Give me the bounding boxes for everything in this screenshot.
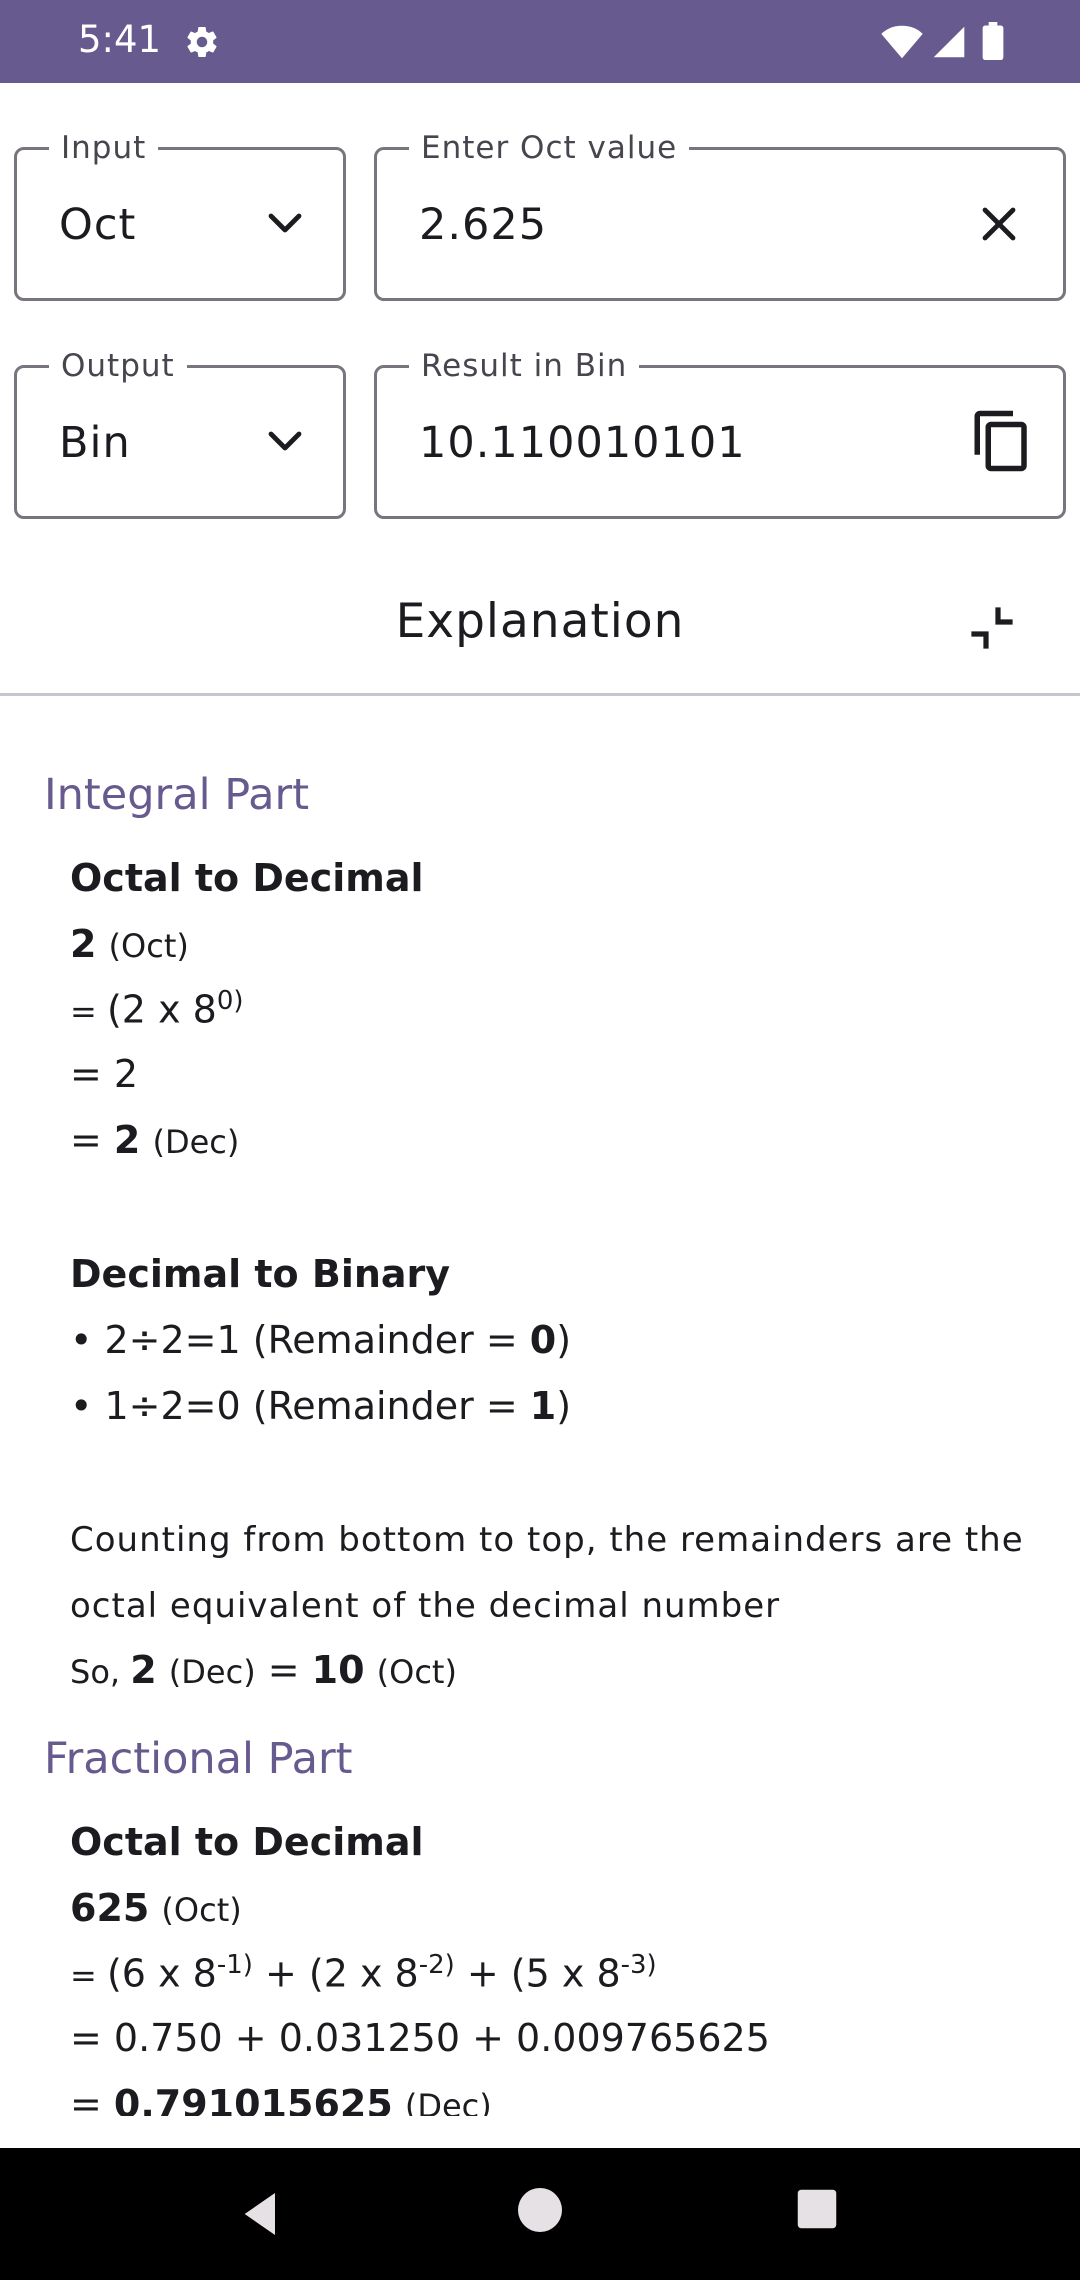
integral-conclusion-line: So, 2 (Dec) = 10 (Oct) xyxy=(70,1648,457,1692)
input-type-value: Oct xyxy=(59,200,137,250)
copy-icon[interactable] xyxy=(969,408,1035,474)
division-step: • 1÷2=0 (Remainder = 1) xyxy=(70,1384,572,1428)
integral-expansion: (2 x 8 xyxy=(106,987,217,1032)
integral-sum-line: = 2 xyxy=(70,1052,139,1096)
collapse-icon[interactable] xyxy=(968,604,1016,652)
navigation-bar xyxy=(0,2148,1080,2280)
integral-oct-value: 2 xyxy=(70,922,97,966)
output-type-value: Bin xyxy=(59,418,131,468)
chevron-down-icon xyxy=(268,213,302,233)
input-type-label: Input xyxy=(49,130,159,166)
integral-expansion-line: = (2 x 80) xyxy=(70,986,244,1032)
integral-part-title: Integral Part xyxy=(44,770,310,820)
integral-dec-value: 2 xyxy=(113,1118,141,1162)
back-icon[interactable] xyxy=(233,2186,289,2242)
home-icon[interactable] xyxy=(516,2186,564,2234)
integral-dec-line: = 2 (Dec) xyxy=(70,1118,240,1162)
integral-dec-unit: (Dec) xyxy=(152,1123,240,1161)
status-time: 5:41 xyxy=(78,18,162,61)
explanation-title: Explanation xyxy=(395,594,685,649)
conclusion-dec-value: 2 xyxy=(130,1648,157,1692)
dec-to-bin-title: Decimal to Binary xyxy=(70,1252,451,1296)
fractional-oct-unit: (Oct) xyxy=(161,1891,242,1929)
integral-expansion-exponent: 0) xyxy=(216,986,244,1016)
fractional-result: 0.791015625 xyxy=(113,2082,393,2116)
fractional-sum-line: = 0.750 + 0.031250 + 0.009765625 xyxy=(70,2016,770,2060)
recents-icon[interactable] xyxy=(796,2188,838,2230)
remainder-value: 0 xyxy=(529,1318,557,1362)
fractional-oct-value: 625 xyxy=(70,1886,150,1930)
remainder-value: 1 xyxy=(529,1384,557,1428)
wifi-icon xyxy=(881,25,923,59)
fractional-result-line: = 0.791015625 (Dec) xyxy=(70,2082,492,2116)
result-field: Result in Bin 10.110010101 xyxy=(374,348,1066,519)
settings-gear-icon xyxy=(187,27,217,58)
input-value-label: Enter Oct value xyxy=(409,130,690,166)
result-value: 10.110010101 xyxy=(419,418,746,468)
input-value-field[interactable]: Enter Oct value 2.625 xyxy=(374,130,1066,301)
clear-icon[interactable] xyxy=(975,200,1023,248)
fractional-oct-to-dec-title: Octal to Decimal xyxy=(70,1820,424,1864)
note-line-1: Counting from bottom to top, the remaind… xyxy=(70,1520,1024,1560)
input-type-dropdown[interactable]: Input Oct xyxy=(14,130,346,301)
integral-oct-unit: (Oct) xyxy=(108,927,189,965)
fractional-result-unit: (Dec) xyxy=(404,2087,492,2116)
fractional-part-title: Fractional Part xyxy=(44,1734,353,1784)
output-type-label: Output xyxy=(49,348,187,384)
explanation-header[interactable]: Explanation xyxy=(0,560,1080,695)
output-type-dropdown[interactable]: Output Bin xyxy=(14,348,346,519)
fractional-oct-value-line: 625 (Oct) xyxy=(70,1886,242,1930)
conclusion-result: 10 xyxy=(311,1648,365,1692)
note-line-2: octal equivalent of the decimal number xyxy=(70,1586,781,1626)
chevron-down-icon xyxy=(268,431,302,451)
result-label: Result in Bin xyxy=(409,348,640,384)
input-value[interactable]: 2.625 xyxy=(419,200,547,250)
battery-icon xyxy=(982,22,1004,60)
division-step: • 2÷2=1 (Remainder = 0) xyxy=(70,1318,572,1362)
status-bar: 5:41 xyxy=(0,0,1080,83)
explanation-content: Integral Part Octal to Decimal 2 (Oct) =… xyxy=(0,696,1080,2116)
cell-signal-icon xyxy=(933,26,965,58)
integral-oct-value-line: 2 (Oct) xyxy=(70,922,189,966)
integral-oct-to-dec-title: Octal to Decimal xyxy=(70,856,424,900)
fractional-expansion-line: = (6 x 8-1) + (2 x 8-2) + (5 x 8-3) xyxy=(70,1950,657,1996)
